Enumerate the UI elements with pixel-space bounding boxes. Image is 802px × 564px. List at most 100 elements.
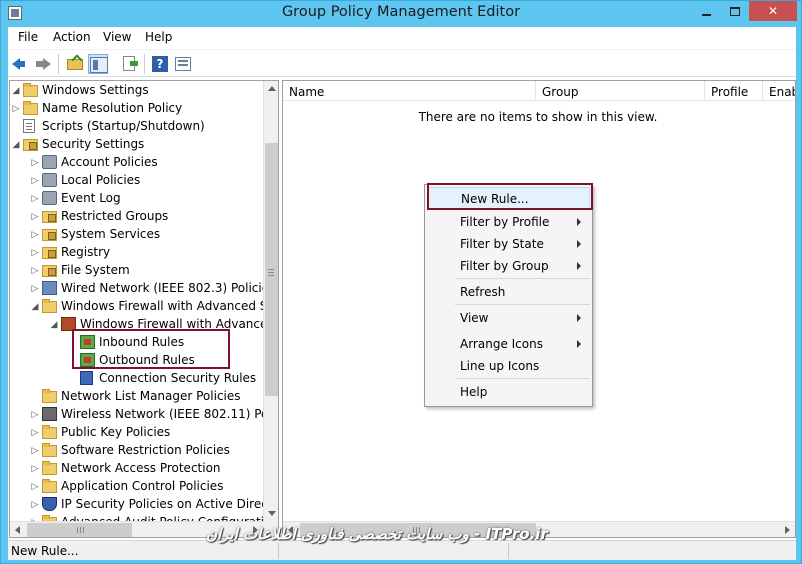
tree-item[interactable]: ▷ Account Policies [10, 154, 263, 172]
context-menu-item-label: Arrange Icons [460, 337, 543, 351]
expand-icon[interactable]: ▷ [31, 284, 39, 294]
expand-icon[interactable]: ▷ [31, 248, 39, 258]
expand-icon[interactable]: ▷ [31, 176, 39, 186]
minimize-button[interactable] [693, 1, 720, 21]
collapse-icon[interactable]: ◢ [12, 140, 20, 150]
back-button[interactable] [11, 54, 31, 74]
collapse-icon[interactable]: ◢ [31, 302, 39, 312]
menu-action[interactable]: Action [53, 30, 91, 44]
expand-icon[interactable]: ▷ [31, 500, 39, 510]
scroll-left-button[interactable] [10, 522, 26, 537]
column-header-name[interactable]: Name [283, 81, 536, 101]
menu-file[interactable]: File [18, 30, 38, 44]
menu-bar: File Action View Help [8, 27, 796, 49]
column-header-profile[interactable]: Profile [705, 81, 763, 101]
new-rule-highlight-box [427, 183, 593, 210]
lock-icon [42, 247, 57, 259]
tree-item[interactable]: ▷ Wired Network (IEEE 802.3) Policies [10, 280, 275, 298]
scroll-thumb[interactable] [27, 523, 132, 537]
tree-item[interactable]: ▷ System Services [10, 226, 263, 244]
expand-icon[interactable]: ▷ [31, 482, 39, 492]
expand-icon[interactable]: ▷ [31, 266, 39, 276]
tree-item[interactable]: ▷ Registry [10, 244, 263, 262]
arrow-left-icon [15, 526, 20, 534]
status-text: New Rule... [11, 544, 79, 558]
scroll-right-button[interactable] [779, 522, 795, 537]
column-header-enabled[interactable]: Enab [763, 81, 795, 101]
context-menu-item[interactable]: Help [427, 381, 590, 403]
expand-icon[interactable]: ▷ [31, 212, 39, 222]
context-menu-item[interactable]: Filter by State [427, 233, 590, 255]
collapse-icon[interactable]: ◢ [50, 320, 58, 330]
maximize-button[interactable] [721, 1, 748, 21]
expand-icon [69, 374, 77, 384]
tree-vertical-scrollbar[interactable] [263, 81, 278, 521]
expand-icon[interactable]: ▷ [31, 158, 39, 168]
tree-item[interactable]: ▷ Wireless Network (IEEE 802.11) Policies [10, 406, 278, 424]
expand-icon[interactable]: ▷ [12, 104, 20, 114]
show-hide-tree-button[interactable] [88, 54, 108, 74]
scroll-down-button[interactable] [264, 505, 278, 521]
close-button[interactable]: ✕ [749, 1, 797, 21]
folder-icon [42, 479, 57, 493]
forward-button[interactable] [33, 54, 53, 74]
context-menu-item[interactable]: Filter by Group [427, 255, 590, 277]
submenu-arrow-icon [577, 218, 581, 226]
expand-icon[interactable]: ▷ [31, 428, 39, 438]
tree-item[interactable]: Connection Security Rules [10, 370, 263, 388]
gear-icon [42, 173, 57, 187]
context-menu-item[interactable]: Arrange Icons [427, 333, 590, 355]
tree-item-label: Account Policies [61, 155, 158, 169]
tree-item[interactable]: ▷ Event Log [10, 190, 263, 208]
tree-item-label: File System [61, 263, 130, 277]
back-arrow-icon [12, 58, 25, 70]
title-bar[interactable]: Group Policy Management Editor ✕ [1, 1, 801, 27]
folder-icon [42, 425, 57, 439]
tree-item[interactable]: ◢ Security Settings [10, 136, 263, 154]
up-one-level-button[interactable] [65, 54, 85, 74]
menu-help[interactable]: Help [145, 30, 172, 44]
toolbar-separator [144, 54, 145, 74]
menu-view[interactable]: View [103, 30, 131, 44]
tree-item[interactable]: ▷ Name Resolution Policy [10, 100, 263, 118]
tree-item[interactable]: Scripts (Startup/Shutdown) [10, 118, 263, 136]
expand-icon[interactable]: ▷ [31, 230, 39, 240]
properties-button[interactable] [173, 54, 193, 74]
context-menu-item[interactable]: Filter by Profile [427, 211, 590, 233]
tree-item[interactable]: Network List Manager Policies [10, 388, 263, 406]
expand-icon[interactable]: ▷ [31, 464, 39, 474]
tree-item-label: Wired Network (IEEE 802.3) Policies [61, 281, 276, 295]
tree-item[interactable]: ◢ Windows Settings [10, 82, 263, 100]
expand-icon[interactable]: ▷ [31, 194, 39, 204]
client-area: File Action View Help ? ◢ Windows Setting… [8, 27, 796, 560]
collapse-icon[interactable]: ◢ [12, 86, 20, 96]
menu-separator [455, 304, 590, 305]
expand-icon[interactable]: ▷ [31, 446, 39, 456]
tree-item[interactable]: ◢ Windows Firewall with Advanced Secu [10, 298, 278, 316]
tree-item[interactable]: ▷ File System [10, 262, 263, 280]
scroll-up-button[interactable] [264, 81, 278, 97]
tree-item[interactable]: ▷ Software Restriction Policies [10, 442, 263, 460]
tree-item[interactable]: ▷ Public Key Policies [10, 424, 263, 442]
export-list-button[interactable] [120, 54, 140, 74]
tree-item[interactable]: ▷ Application Control Policies [10, 478, 263, 496]
tree-item[interactable]: ▷ Restricted Groups [10, 208, 263, 226]
context-menu-item[interactable]: Line up Icons [427, 355, 590, 377]
column-header-group[interactable]: Group [536, 81, 705, 101]
help-button[interactable]: ? [150, 54, 170, 74]
context-menu-item-label: Filter by Group [460, 259, 549, 273]
toolbar-separator [58, 54, 59, 74]
forward-arrow-icon [36, 58, 51, 70]
watermark-text: ITPro.ir - وب سایت تخصصی فناوری اطلاعات … [206, 525, 548, 543]
tree-item-label: Security Settings [42, 137, 145, 151]
tree-item-label: Windows Settings [42, 83, 149, 97]
tree-item[interactable]: ▷ Network Access Protection [10, 460, 263, 478]
tree-item[interactable]: ▷ IP Security Policies on Active Director… [10, 496, 278, 514]
context-menu-item[interactable]: Refresh [427, 281, 590, 303]
expand-icon[interactable]: ▷ [31, 410, 39, 420]
arrow-down-icon [268, 511, 276, 516]
context-menu-item[interactable]: View [427, 307, 590, 329]
tree-item-label: IP Security Policies on Active Directory [61, 497, 279, 511]
tree-item[interactable]: ▷ Local Policies [10, 172, 263, 190]
console-tree: ◢ Windows Settings ▷ Name Resolution Policy… [9, 80, 279, 538]
